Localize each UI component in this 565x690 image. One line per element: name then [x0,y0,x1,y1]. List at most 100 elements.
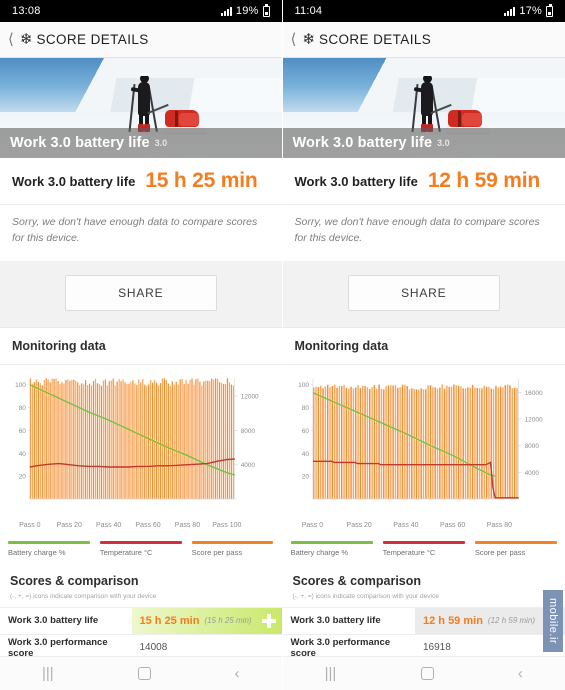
back-icon[interactable]: ‹ [235,666,240,681]
x-tick-label: Pass 60 [135,521,161,529]
status-time: 13:08 [12,5,41,17]
snowflake-icon: ❄ [302,31,315,48]
svg-text:16000: 16000 [524,389,542,396]
legend-swatch-battery [8,540,90,544]
x-tick-label: Pass 20 [56,521,82,529]
hero-caption: Work 3.0 battery life 3.0 [0,128,282,158]
android-nav-bar: ||| ‹ [282,656,565,690]
table-row[interactable]: Work 3.0 battery life 15 h 25 min (15 h … [0,607,282,635]
svg-text:60: 60 [301,427,309,434]
x-tick-label: Pass 40 [393,521,419,529]
secondary-y-axis-ticks: 4000 8000 12000 16000 [518,389,542,476]
chart-legend: Battery charge % Temperature °C Score pe… [282,536,565,565]
android-nav-bar: ||| ‹ [0,656,282,690]
recents-icon[interactable]: ||| [42,666,54,681]
row-label: Work 3.0 battery life [0,607,132,634]
x-tick-label: Pass 20 [346,521,372,529]
chart-svg: 20 40 60 80 100 4000 8000 12000 16000 [298,378,542,499]
battery-percent: 17% [519,5,542,17]
x-tick-label: Pass 100 [212,521,242,529]
svg-text:4000: 4000 [241,462,256,469]
battery-icon [262,4,270,17]
score-card: Work 3.0 battery life 12 h 59 min Sorry,… [282,158,565,261]
legend-swatch-score [191,540,274,544]
legend-label-score: Score per pass [474,547,526,557]
page-title: SCORE DETAILS [36,32,149,47]
svg-text:40: 40 [301,450,309,457]
back-chevron-icon[interactable]: ⟨ [289,32,299,47]
svg-text:4000: 4000 [524,469,539,476]
hero-image: Work 3.0 battery life 3.0 [282,58,565,158]
snowflake-icon: ❄ [19,31,33,48]
legend-swatch-score [474,540,558,544]
table-row[interactable]: Work 3.0 battery life 12 h 59 min (12 h … [282,607,565,635]
svg-text:80: 80 [301,405,309,412]
status-indicators: 19% [220,4,270,17]
plus-icon [261,613,276,628]
secondary-y-axis-ticks: 4000 8000 12000 [234,393,259,469]
svg-text:12000: 12000 [241,393,259,400]
share-button[interactable]: SHARE [64,274,217,311]
row-value: 15 h 25 min [139,614,200,627]
monitoring-data-header: Monitoring data [282,326,565,365]
score-row: Work 3.0 battery life 12 h 59 min [282,158,565,205]
x-axis-labels: Pass 0 Pass 20 Pass 40 Pass 60 Pass 80 [287,521,562,535]
hero-caption-text: Work 3.0 battery life [292,135,433,151]
legend-label-battery: Battery charge % [290,547,349,557]
legend-item-temperature: Temperature °C [99,540,182,557]
app-bar: ⟨ ❄ SCORE DETAILS [282,22,565,58]
score-card: Work 3.0 battery life 15 h 25 min Sorry,… [0,158,282,261]
battery-icon [546,4,553,17]
legend-label-temperature: Temperature °C [99,547,153,557]
back-chevron-icon[interactable]: ⟨ [6,32,16,47]
monitoring-chart: 20 40 60 80 100 4000 8000 12000 [4,371,278,521]
comparison-header: Scores & comparison [0,564,282,591]
back-icon[interactable]: ‹ [518,666,523,681]
score-label: Work 3.0 battery life [294,173,418,189]
score-label: Work 3.0 battery life [12,173,136,189]
legend-swatch-temperature [99,540,182,544]
legend-item-temperature: Temperature °C [382,540,465,557]
x-tick-label: Pass 80 [486,521,513,529]
comparison-title: Scores & comparison [292,573,422,588]
monitoring-chart: 20 40 60 80 100 4000 8000 12000 16000 [287,371,562,521]
svg-text:40: 40 [19,450,27,457]
no-data-message: Sorry, we don't have enough data to comp… [0,205,282,261]
hero-version-badge: 3.0 [154,138,168,148]
legend-item-battery: Battery charge % [290,540,373,557]
home-icon[interactable] [420,667,434,680]
legend-item-score: Score per pass [191,540,274,557]
chart-legend: Battery charge % Temperature °C Score pe… [0,536,282,565]
svg-text:20: 20 [301,473,309,480]
row-value: 12 h 59 min [423,614,483,627]
monitoring-chart-card: 20 40 60 80 100 4000 8000 12000 16000 Pass 0 Pas… [282,364,565,537]
score-per-pass-bars [312,383,518,499]
battery-percent: 19% [235,5,259,17]
home-icon[interactable] [137,667,151,680]
dual-screenshot-comparison: 13:08 19% ⟨ ❄ SCORE DETAILS Work 3.0 bat… [0,0,565,690]
svg-text:80: 80 [19,405,27,412]
legend-item-score: Score per pass [474,540,558,557]
share-button[interactable]: SHARE [347,274,500,311]
hero-image: Work 3.0 battery life 3.0 [0,58,282,158]
screenshot-panel-right: 11:04 17% ⟨ ❄ SCORE DETAILS Work 3.0 bat… [282,0,565,690]
recents-icon[interactable]: ||| [325,666,337,681]
row-reference-value: (15 h 25 min) [204,616,252,625]
share-section: SHARE [0,260,282,327]
app-bar: ⟨ ❄ SCORE DETAILS [0,22,282,58]
legend-swatch-temperature [382,540,465,544]
signal-bars-icon [504,6,516,16]
page-title: SCORE DETAILS [318,32,432,47]
x-axis-labels: Pass 0 Pass 20 Pass 40 Pass 60 Pass 80 Pass 1… [4,521,278,535]
score-per-pass-bars [29,377,234,499]
row-value: 16918 [423,642,451,653]
status-bar: 11:04 17% [282,0,565,22]
score-value: 12 h 59 min [427,169,540,192]
svg-text:100: 100 [298,382,309,389]
svg-text:12000: 12000 [524,416,542,423]
legend-label-battery: Battery charge % [8,547,66,557]
legend-swatch-battery [290,540,373,544]
legend-item-battery: Battery charge % [8,540,90,557]
status-indicators: 17% [504,4,553,17]
x-tick-label: Pass 40 [96,521,122,529]
